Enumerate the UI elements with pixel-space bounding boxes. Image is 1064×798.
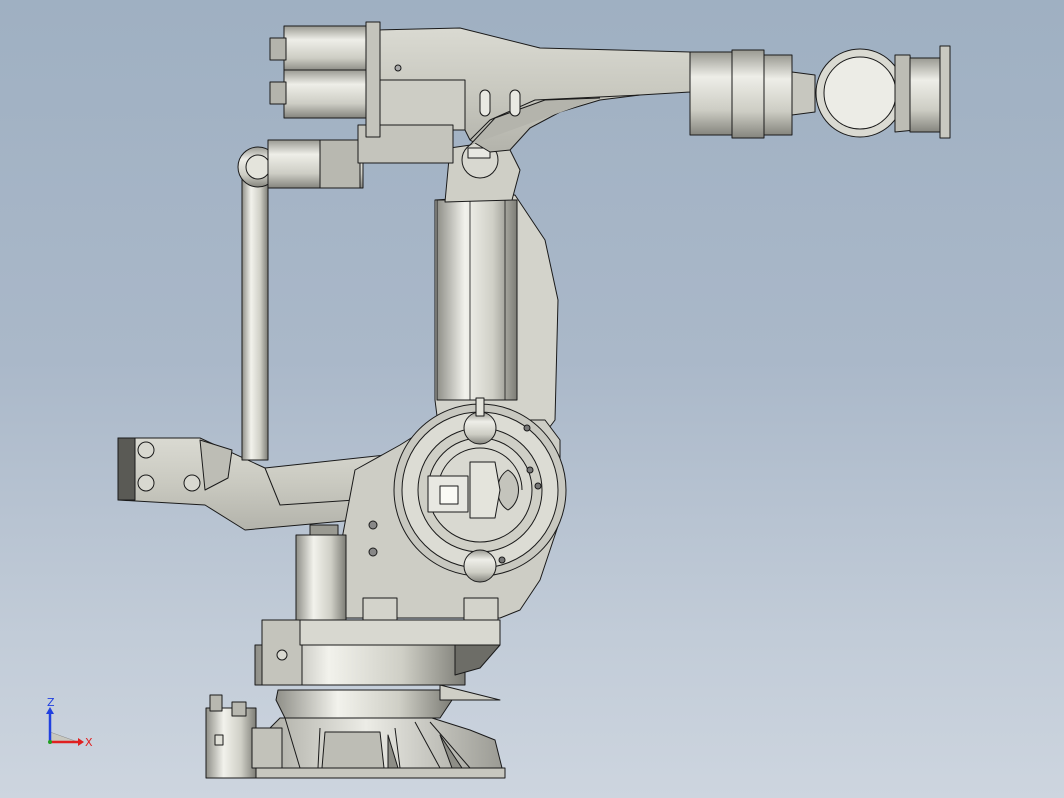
graphics-viewport[interactable]: Z X: [0, 0, 1064, 798]
triad-z-label: Z: [47, 696, 55, 709]
axis3-motors: [269, 21, 381, 138]
upper-arm: [357, 27, 741, 164]
robot-arm-model[interactable]: [0, 0, 1064, 798]
parallel-link-rod: [237, 139, 364, 461]
coordinate-triad: Z X: [46, 696, 93, 749]
triad-x-label: X: [85, 736, 93, 749]
lower-arm: [434, 139, 559, 441]
base-turntable: [254, 619, 501, 719]
wrist: [731, 45, 951, 139]
base-axis-motor: [205, 694, 283, 779]
